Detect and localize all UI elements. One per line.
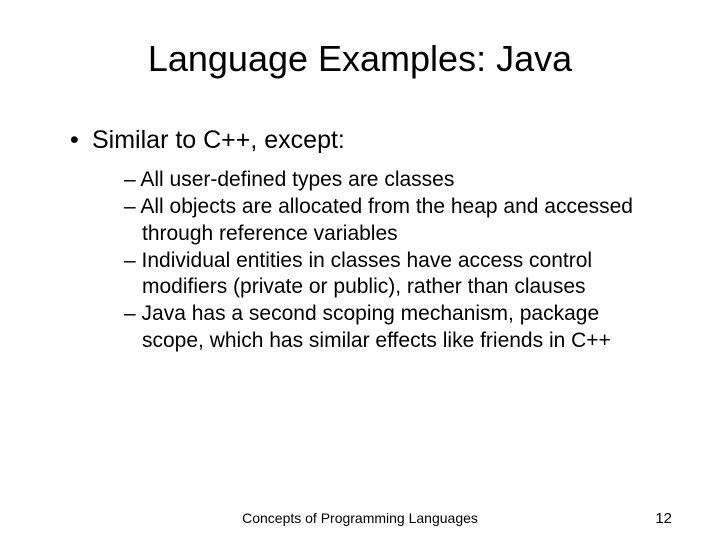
sub-item: – Individual entities in classes have ac… (124, 248, 662, 301)
sub-item: – Java has a second scoping mechanism, p… (124, 301, 662, 354)
slide-title: Language Examples: Java (48, 38, 672, 80)
page-number: 12 (655, 510, 672, 527)
sub-item-text: Java has a second scoping mechanism, pac… (142, 302, 611, 351)
bullet-dot: • (70, 126, 92, 155)
main-bullet: •Similar to C++, except: (70, 126, 672, 155)
sub-item-text: Individual entities in classes have acce… (142, 249, 593, 298)
footer-text: Concepts of Programming Languages (0, 510, 720, 526)
sub-item-text: All user-defined types are classes (140, 168, 454, 191)
sub-item: – All user-defined types are classes (124, 167, 662, 193)
sub-item: – All objects are allocated from the hea… (124, 194, 662, 247)
sub-list: – All user-defined types are classes – A… (124, 167, 662, 354)
main-bullet-text: Similar to C++, except: (92, 126, 345, 154)
sub-item-text: All objects are allocated from the heap … (140, 195, 633, 244)
